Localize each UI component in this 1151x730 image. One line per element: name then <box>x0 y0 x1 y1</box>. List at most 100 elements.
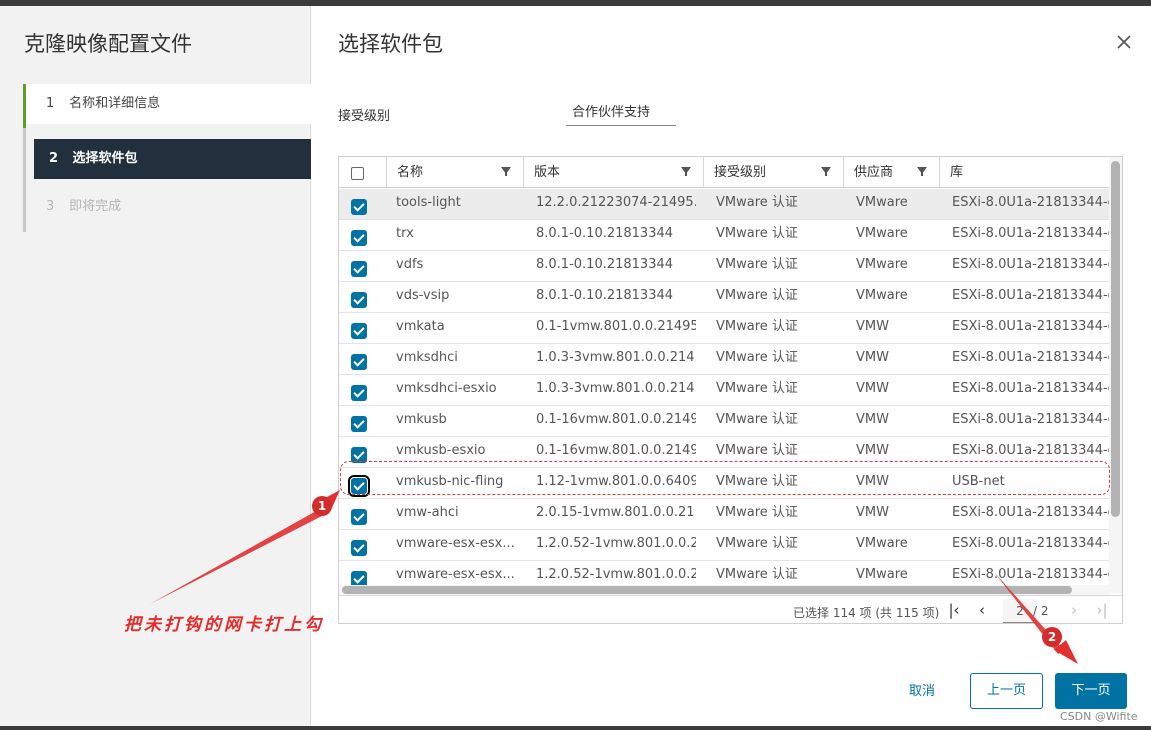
package-name: vdfs <box>396 257 424 272</box>
table-row[interactable]: vmkata 0.1-1vmw.801.0.0.21495... VMware 认证… <box>339 313 1109 344</box>
back-button[interactable]: 上一页 <box>970 673 1043 709</box>
package-grid: 名称 版本 接受级别 供应商 库 tools-light 12.2.0.21223… <box>338 156 1123 624</box>
package-vendor: VMW <box>856 505 889 520</box>
table-row[interactable]: tools-light 12.2.0.21223074-21495... VMwar… <box>339 189 1109 220</box>
row-checkbox[interactable] <box>351 385 367 401</box>
filter-icon[interactable] <box>501 167 511 176</box>
first-page-icon[interactable]: |‹ <box>945 602 963 620</box>
package-library: ESXi-8.0U1a-21813344-de <box>952 505 1109 520</box>
package-vendor: VMware <box>856 536 908 551</box>
package-name: vmw-ahci <box>396 505 459 520</box>
step-label: 即将完成 <box>69 199 122 214</box>
table-row[interactable]: vmkusb 0.1-16vmw.801.0.0.2149... VMware 认证… <box>339 406 1109 437</box>
step-number: 2 <box>49 151 59 166</box>
acceptance-level-label: 接受级别 <box>338 109 391 124</box>
package-vendor: VMware <box>856 257 908 272</box>
horizontal-scrollbar[interactable] <box>339 585 1109 595</box>
grid-rows: tools-light 12.2.0.21223074-21495... VMwar… <box>339 189 1109 585</box>
row-checkbox[interactable] <box>351 354 367 370</box>
table-row[interactable]: vdfs 8.0.1-0.10.21813344 VMware 认证 VMware ES… <box>339 251 1109 282</box>
package-library: ESXi-8.0U1a-21813344-de <box>952 536 1109 551</box>
package-name: vmkata <box>396 319 445 334</box>
wizard-step-2[interactable]: 2 选择软件包 <box>34 139 311 179</box>
page-number-input[interactable]: 2 <box>1003 599 1037 623</box>
row-checkbox[interactable] <box>351 540 367 556</box>
package-version: 1.2.0.52-1vmw.801.0.0.2... <box>536 567 696 582</box>
table-row[interactable]: vmw-ahci 2.0.15-1vmw.801.0.0.21... VMware … <box>339 499 1109 530</box>
row-checkbox[interactable] <box>351 230 367 246</box>
package-version: 1.0.3-3vmw.801.0.0.214... <box>536 350 696 365</box>
column-header-name[interactable]: 名称 <box>386 157 523 188</box>
package-name: vds-vsip <box>396 288 450 303</box>
select-all-checkbox[interactable] <box>351 167 364 180</box>
package-version: 8.0.1-0.10.21813344 <box>536 226 674 241</box>
table-row[interactable]: vmware-esx-esx... 1.2.0.52-1vmw.801.0.0.2… <box>339 561 1109 585</box>
close-button[interactable] <box>1114 32 1134 52</box>
package-vendor: VMW <box>856 381 889 396</box>
watermark: CSDN @Wifite <box>1060 710 1138 723</box>
next-page-icon: › <box>1071 601 1077 619</box>
package-acceptance: VMware 认证 <box>716 257 798 272</box>
package-vendor: VMware <box>856 226 908 241</box>
package-library: ESXi-8.0U1a-21813344-de <box>952 350 1109 365</box>
close-icon <box>1117 35 1131 49</box>
filter-icon[interactable] <box>917 167 927 176</box>
package-version: 0.1-1vmw.801.0.0.21495... <box>536 319 696 334</box>
wizard-steps: 1 名称和详细信息 2 选择软件包 3 即将完成 <box>23 84 311 232</box>
row-checkbox[interactable] <box>351 416 367 432</box>
package-library: ESXi-8.0U1a-21813344-de <box>952 412 1109 427</box>
filter-icon[interactable] <box>681 167 691 176</box>
wizard-step-1[interactable]: 1 名称和详细信息 <box>23 84 311 128</box>
column-header-acceptance[interactable]: 接受级别 <box>703 157 843 188</box>
table-row[interactable]: vds-vsip 8.0.1-0.10.21813344 VMware 认证 VMwa… <box>339 282 1109 313</box>
package-vendor: VMware <box>856 195 908 210</box>
grid-footer: 已选择 114 项 (共 115 项) |‹ ‹ 2 / 2 › ›| <box>339 595 1122 623</box>
last-page-icon: ›| <box>1096 601 1108 619</box>
package-name: vmkusb <box>396 412 447 427</box>
table-row[interactable]: trx 8.0.1-0.10.21813344 VMware 认证 VMware ESX… <box>339 220 1109 251</box>
next-button[interactable]: 下一页 <box>1055 673 1127 709</box>
package-name: trx <box>396 226 414 241</box>
package-library: ESXi-8.0U1a-21813344-de <box>952 319 1109 334</box>
row-checkbox[interactable] <box>351 509 367 525</box>
package-library: ESXi-8.0U1a-21813344-de <box>952 226 1109 241</box>
package-version: 12.2.0.21223074-21495... <box>536 195 696 210</box>
page-total: / 2 <box>1033 604 1049 618</box>
column-header-library[interactable]: 库 <box>939 157 1109 188</box>
package-version: 0.1-16vmw.801.0.0.2149... <box>536 412 696 427</box>
package-vendor: VMW <box>856 319 889 334</box>
filter-icon[interactable] <box>821 167 831 176</box>
package-name: vmware-esx-esx... <box>396 567 515 582</box>
row-checkbox[interactable] <box>351 199 367 215</box>
package-acceptance: VMware 认证 <box>716 319 798 334</box>
package-version: 8.0.1-0.10.21813344 <box>536 288 674 303</box>
grid-header: 名称 版本 接受级别 供应商 库 <box>339 157 1109 188</box>
step-label: 选择软件包 <box>72 151 138 166</box>
package-library: ESXi-8.0U1a-21813344-de <box>952 288 1109 303</box>
annotation-note: 把未打钩的网卡打上勾 <box>124 615 324 635</box>
row-checkbox[interactable] <box>351 323 367 339</box>
column-header-vendor[interactable]: 供应商 <box>843 157 939 188</box>
table-row[interactable]: vmksdhci-esxio 1.0.3-3vmw.801.0.0.214... V… <box>339 375 1109 406</box>
acceptance-level-select[interactable]: 合作伙伴支持 <box>566 99 676 126</box>
package-library: ESXi-8.0U1a-21813344-de <box>952 381 1109 396</box>
row-checkbox[interactable] <box>351 261 367 277</box>
row-checkbox[interactable] <box>351 292 367 308</box>
scrollbar-thumb[interactable] <box>1111 161 1120 517</box>
vertical-scrollbar[interactable] <box>1109 157 1122 593</box>
package-acceptance: VMware 认证 <box>716 195 798 210</box>
prev-page-icon[interactable]: ‹ <box>973 602 991 620</box>
scrollbar-thumb[interactable] <box>342 586 1072 594</box>
column-header-version[interactable]: 版本 <box>523 157 703 188</box>
highlight-box <box>340 461 1110 495</box>
page-title: 选择软件包 <box>338 32 443 56</box>
table-row[interactable]: vmksdhci 1.0.3-3vmw.801.0.0.214... VMware … <box>339 344 1109 375</box>
row-checkbox[interactable] <box>351 571 367 585</box>
package-acceptance: VMware 认证 <box>716 350 798 365</box>
package-library: ESXi-8.0U1a-21813344-de <box>952 257 1109 272</box>
table-row[interactable]: vmware-esx-esx... 1.2.0.52-1vmw.801.0.0.2… <box>339 530 1109 561</box>
package-vendor: VMware <box>856 288 908 303</box>
package-version: 8.0.1-0.10.21813344 <box>536 257 674 272</box>
package-version: 2.0.15-1vmw.801.0.0.21... <box>536 505 696 520</box>
cancel-button[interactable]: 取消 <box>894 674 950 709</box>
